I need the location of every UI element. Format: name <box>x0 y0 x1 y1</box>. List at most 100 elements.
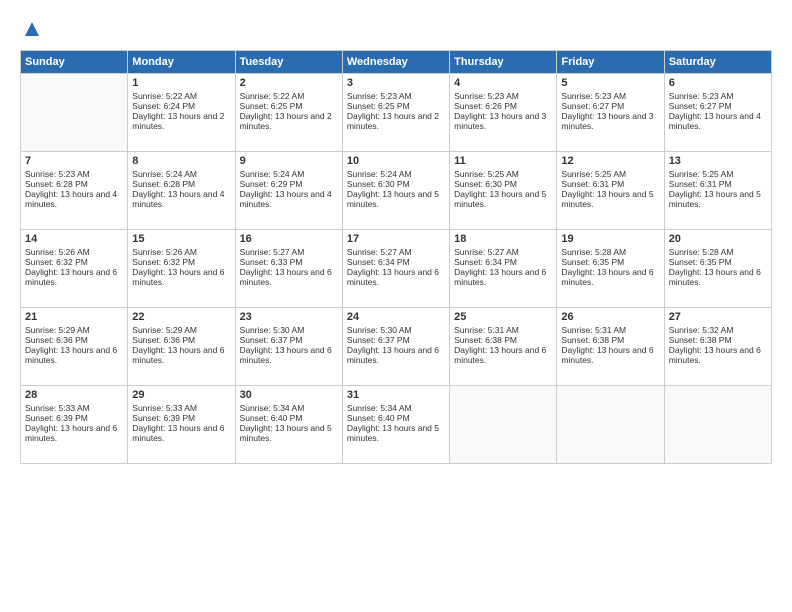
sunset-text: Sunset: 6:29 PM <box>240 179 338 189</box>
logo-icon <box>21 18 43 40</box>
calendar-cell: 21Sunrise: 5:29 AMSunset: 6:36 PMDayligh… <box>21 308 128 386</box>
day-number: 29 <box>132 389 230 401</box>
calendar-cell: 4Sunrise: 5:23 AMSunset: 6:26 PMDaylight… <box>450 74 557 152</box>
sunrise-text: Sunrise: 5:29 AM <box>25 325 123 335</box>
sunrise-text: Sunrise: 5:24 AM <box>240 169 338 179</box>
daylight-text: Daylight: 13 hours and 6 minutes. <box>25 267 123 287</box>
sunrise-text: Sunrise: 5:23 AM <box>669 91 767 101</box>
sunset-text: Sunset: 6:35 PM <box>669 257 767 267</box>
calendar-header-thursday: Thursday <box>450 51 557 74</box>
sunrise-text: Sunrise: 5:33 AM <box>132 403 230 413</box>
sunrise-text: Sunrise: 5:23 AM <box>347 91 445 101</box>
day-number: 28 <box>25 389 123 401</box>
daylight-text: Daylight: 13 hours and 6 minutes. <box>132 267 230 287</box>
sunset-text: Sunset: 6:25 PM <box>347 101 445 111</box>
calendar-header-saturday: Saturday <box>664 51 771 74</box>
calendar-cell: 28Sunrise: 5:33 AMSunset: 6:39 PMDayligh… <box>21 386 128 464</box>
sunset-text: Sunset: 6:28 PM <box>25 179 123 189</box>
sunset-text: Sunset: 6:39 PM <box>132 413 230 423</box>
page: SundayMondayTuesdayWednesdayThursdayFrid… <box>0 0 792 612</box>
day-number: 24 <box>347 311 445 323</box>
calendar-header-sunday: Sunday <box>21 51 128 74</box>
calendar-cell: 24Sunrise: 5:30 AMSunset: 6:37 PMDayligh… <box>342 308 449 386</box>
sunrise-text: Sunrise: 5:30 AM <box>347 325 445 335</box>
daylight-text: Daylight: 13 hours and 5 minutes. <box>454 189 552 209</box>
sunrise-text: Sunrise: 5:31 AM <box>454 325 552 335</box>
sunset-text: Sunset: 6:33 PM <box>240 257 338 267</box>
calendar-cell: 2Sunrise: 5:22 AMSunset: 6:25 PMDaylight… <box>235 74 342 152</box>
day-number: 25 <box>454 311 552 323</box>
daylight-text: Daylight: 13 hours and 2 minutes. <box>132 111 230 131</box>
daylight-text: Daylight: 13 hours and 6 minutes. <box>347 345 445 365</box>
calendar-cell: 1Sunrise: 5:22 AMSunset: 6:24 PMDaylight… <box>128 74 235 152</box>
calendar-cell: 15Sunrise: 5:26 AMSunset: 6:32 PMDayligh… <box>128 230 235 308</box>
sunrise-text: Sunrise: 5:28 AM <box>561 247 659 257</box>
daylight-text: Daylight: 13 hours and 6 minutes. <box>132 345 230 365</box>
sunrise-text: Sunrise: 5:29 AM <box>132 325 230 335</box>
day-number: 18 <box>454 233 552 245</box>
sunrise-text: Sunrise: 5:27 AM <box>240 247 338 257</box>
calendar-cell: 31Sunrise: 5:34 AMSunset: 6:40 PMDayligh… <box>342 386 449 464</box>
sunrise-text: Sunrise: 5:28 AM <box>669 247 767 257</box>
sunrise-text: Sunrise: 5:31 AM <box>561 325 659 335</box>
calendar-week-2: 7 Sunrise: 5:23 AMSunset: 6:28 PM Daylight… <box>21 152 772 230</box>
sunset-text: Sunset: 6:27 PM <box>561 101 659 111</box>
calendar-cell: 10Sunrise: 5:24 AMSunset: 6:30 PMDayligh… <box>342 152 449 230</box>
daylight-text: Daylight: 13 hours and 4 minutes. <box>240 189 338 209</box>
calendar-week-4: 21Sunrise: 5:29 AMSunset: 6:36 PMDayligh… <box>21 308 772 386</box>
daylight-text: Daylight: 13 hours and 5 minutes. <box>669 189 767 209</box>
sunrise-text: Sunrise: 5:32 AM <box>669 325 767 335</box>
sunrise-text: Sunrise: 5:23 AM <box>25 169 123 179</box>
calendar-table: SundayMondayTuesdayWednesdayThursdayFrid… <box>20 50 772 464</box>
sunrise-text: Sunrise: 5:34 AM <box>240 403 338 413</box>
calendar-cell: 9 Sunrise: 5:24 AMSunset: 6:29 PMDaylight… <box>235 152 342 230</box>
calendar-cell <box>450 386 557 464</box>
day-number: 31 <box>347 389 445 401</box>
sunrise-text: Sunrise: 5:26 AM <box>132 247 230 257</box>
calendar-cell: 8Sunrise: 5:24 AMSunset: 6:28 PMDaylight… <box>128 152 235 230</box>
day-number: 20 <box>669 233 767 245</box>
calendar-header-row: SundayMondayTuesdayWednesdayThursdayFrid… <box>21 51 772 74</box>
daylight-text: Daylight: 13 hours and 2 minutes. <box>347 111 445 131</box>
sunset-text: Sunset: 6:40 PM <box>240 413 338 423</box>
day-number: 8 <box>132 155 230 167</box>
day-number: 21 <box>25 311 123 323</box>
sunset-text: Sunset: 6:32 PM <box>25 257 123 267</box>
daylight-text: Daylight: 13 hours and 3 minutes. <box>454 111 552 131</box>
day-number: 30 <box>240 389 338 401</box>
calendar-cell: 29 Sunrise: 5:33 AMSunset: 6:39 PMDayligh… <box>128 386 235 464</box>
daylight-text: Daylight: 13 hours and 6 minutes. <box>669 267 767 287</box>
calendar-week-1: 1Sunrise: 5:22 AMSunset: 6:24 PMDaylight… <box>21 74 772 152</box>
daylight-text: Daylight: 13 hours and 5 minutes. <box>347 189 445 209</box>
day-number: 22 <box>132 311 230 323</box>
day-number: 7 <box>25 155 123 167</box>
day-number: 2 <box>240 77 338 89</box>
sunrise-text: Sunrise: 5:27 AM <box>454 247 552 257</box>
day-number: 11 <box>454 155 552 167</box>
day-number: 1 <box>132 77 230 89</box>
sunset-text: Sunset: 6:31 PM <box>669 179 767 189</box>
calendar-header-friday: Friday <box>557 51 664 74</box>
calendar-cell: 26Sunrise: 5:31 AMSunset: 6:38 PMDayligh… <box>557 308 664 386</box>
sunset-text: Sunset: 6:31 PM <box>561 179 659 189</box>
sunrise-text: Sunrise: 5:22 AM <box>240 91 338 101</box>
sunset-text: Sunset: 6:37 PM <box>240 335 338 345</box>
sunset-text: Sunset: 6:34 PM <box>347 257 445 267</box>
sunset-text: Sunset: 6:35 PM <box>561 257 659 267</box>
sunrise-text: Sunrise: 5:23 AM <box>561 91 659 101</box>
sunrise-text: Sunrise: 5:25 AM <box>561 169 659 179</box>
day-number: 12 <box>561 155 659 167</box>
day-number: 3 <box>347 77 445 89</box>
day-number: 9 <box>240 155 338 167</box>
sunset-text: Sunset: 6:24 PM <box>132 101 230 111</box>
calendar-cell: 5Sunrise: 5:23 AMSunset: 6:27 PMDaylight… <box>557 74 664 152</box>
sunset-text: Sunset: 6:39 PM <box>25 413 123 423</box>
calendar-cell: 12Sunrise: 5:25 AMSunset: 6:31 PMDayligh… <box>557 152 664 230</box>
calendar-header-wednesday: Wednesday <box>342 51 449 74</box>
day-number: 13 <box>669 155 767 167</box>
daylight-text: Daylight: 13 hours and 6 minutes. <box>132 423 230 443</box>
daylight-text: Daylight: 13 hours and 6 minutes. <box>669 345 767 365</box>
sunrise-text: Sunrise: 5:27 AM <box>347 247 445 257</box>
daylight-text: Daylight: 13 hours and 6 minutes. <box>240 345 338 365</box>
daylight-text: Daylight: 13 hours and 6 minutes. <box>454 267 552 287</box>
